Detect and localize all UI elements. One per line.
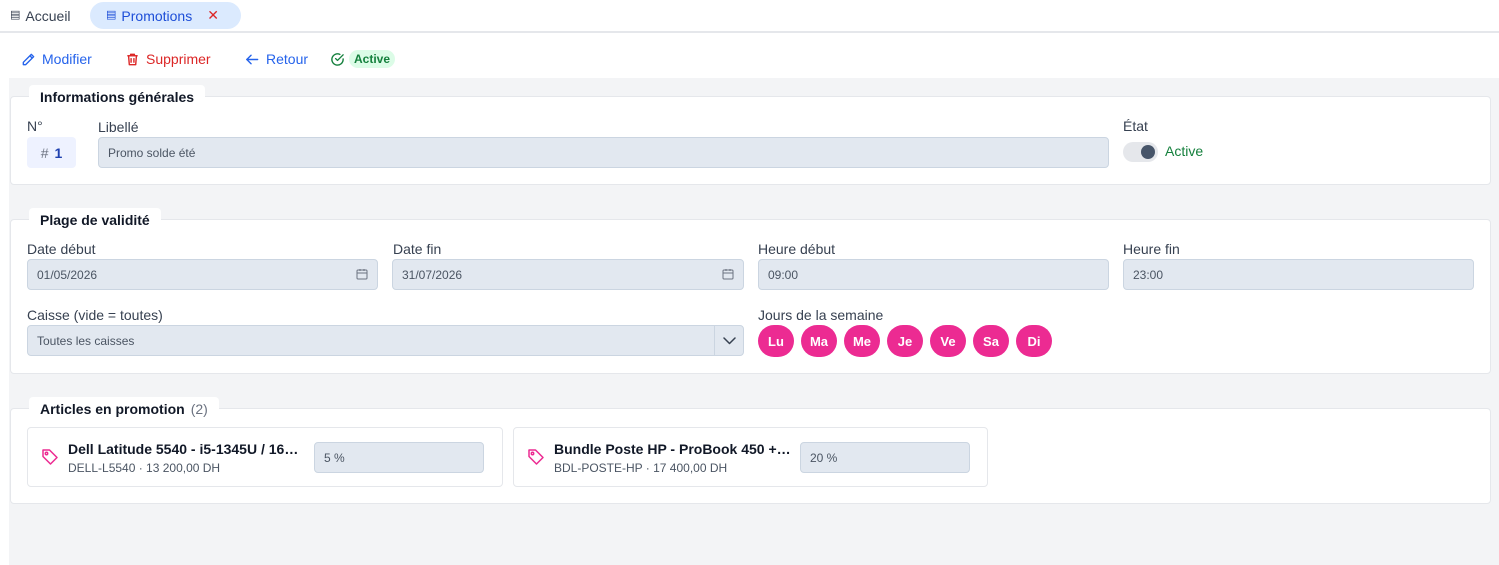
day-toggle-sun[interactable]: Di	[1016, 325, 1052, 357]
number-label: N°	[27, 118, 43, 134]
toggle-knob	[1141, 145, 1155, 159]
register-select-value: Toutes les caisses	[37, 333, 135, 348]
register-select[interactable]: Toutes les caisses	[27, 325, 744, 356]
list-icon: ▤	[10, 9, 21, 21]
number-value: 1	[54, 144, 63, 161]
articles-title-text: Articles en promotion	[40, 401, 185, 417]
back-button[interactable]: Retour	[244, 48, 308, 70]
article-subtitle: BDL-POSTE-HP · 17 400,00 DH	[554, 461, 728, 475]
end-date-field[interactable]: 31/07/2026	[392, 259, 744, 290]
days-label: Jours de la semaine	[758, 307, 884, 323]
arrow-left-icon	[246, 54, 259, 64]
state-toggle[interactable]	[1123, 142, 1158, 162]
pencil-icon	[22, 53, 35, 65]
day-toggle-sat[interactable]: Sa	[973, 325, 1009, 357]
trash-icon	[127, 53, 138, 65]
article-card[interactable]: Bundle Poste HP - ProBook 450 + Écran BD…	[513, 427, 988, 487]
delete-button[interactable]: Supprimer	[125, 48, 211, 70]
check-circle-icon	[331, 52, 344, 66]
day-toggle-mon[interactable]: Lu	[758, 325, 794, 357]
close-icon[interactable]: ✕	[207, 7, 219, 24]
tab-bar: ▤ Accueil ▤ Promotions ✕	[0, 0, 1499, 33]
back-button-label: Retour	[266, 51, 309, 67]
article-discount-value: 5 %	[324, 450, 345, 465]
article-discount-field[interactable]: 20 %	[800, 442, 970, 473]
hash-icon: #	[40, 144, 49, 161]
status-label: Active	[349, 50, 396, 68]
start-time-value: 09:00	[768, 267, 799, 282]
tag-icon	[42, 449, 58, 465]
day-toggle-wed[interactable]: Me	[844, 325, 880, 357]
tab-home-label: Accueil	[25, 7, 71, 24]
tab-promotions[interactable]: ▤ Promotions ✕	[90, 2, 241, 29]
status-badge: Active	[330, 50, 396, 68]
calendar-icon[interactable]	[722, 268, 734, 280]
article-subtitle: DELL-L5540 · 13 200,00 DH	[68, 461, 221, 475]
day-toggle-tue[interactable]: Ma	[801, 325, 837, 357]
register-label: Caisse (vide = toutes)	[27, 307, 163, 323]
tab-promotions-label: Promotions	[121, 7, 193, 24]
name-field-value: Promo solde été	[108, 145, 196, 160]
end-date-value: 31/07/2026	[402, 267, 463, 282]
section-general-title: Informations générales	[29, 85, 206, 109]
start-date-label: Date début	[27, 241, 96, 257]
start-date-value: 01/05/2026	[37, 267, 98, 282]
article-card[interactable]: Dell Latitude 5540 - i5-1345U / 16GB / 5…	[27, 427, 503, 487]
articles-count: (2)	[190, 401, 208, 417]
start-time-field[interactable]: 09:00	[758, 259, 1109, 290]
day-toggle-thu[interactable]: Je	[887, 325, 923, 357]
name-field[interactable]: Promo solde été	[98, 137, 1109, 168]
list-icon: ▤	[106, 9, 117, 21]
start-date-field[interactable]: 01/05/2026	[27, 259, 378, 290]
edit-button[interactable]: Modifier	[21, 48, 92, 70]
section-articles-title: Articles en promotion (2)	[29, 397, 219, 421]
section-validity-title: Plage de validité	[29, 208, 161, 232]
toolbar: Modifier Supprimer Retour Active	[0, 48, 1499, 70]
number-display: # 1	[27, 137, 76, 168]
name-label: Libellé	[98, 119, 139, 135]
calendar-icon[interactable]	[356, 268, 368, 280]
state-label: État	[1123, 118, 1148, 134]
end-date-label: Date fin	[393, 241, 442, 257]
tag-icon	[528, 449, 544, 465]
end-time-value: 23:00	[1133, 267, 1164, 282]
state-value: Active	[1165, 143, 1204, 159]
article-title: Dell Latitude 5540 - i5-1345U / 16GB / 5…	[68, 441, 308, 457]
delete-button-label: Supprimer	[146, 51, 211, 67]
day-toggle-fri[interactable]: Ve	[930, 325, 966, 357]
chevron-down-icon[interactable]	[714, 326, 743, 355]
article-title: Bundle Poste HP - ProBook 450 + Écran	[554, 441, 794, 457]
article-discount-value: 20 %	[810, 450, 838, 465]
end-time-label: Heure fin	[1123, 241, 1180, 257]
tab-home[interactable]: ▤ Accueil	[10, 2, 71, 29]
end-time-field[interactable]: 23:00	[1123, 259, 1474, 290]
article-discount-field[interactable]: 5 %	[314, 442, 484, 473]
edit-button-label: Modifier	[42, 51, 92, 67]
start-time-label: Heure début	[758, 241, 836, 257]
